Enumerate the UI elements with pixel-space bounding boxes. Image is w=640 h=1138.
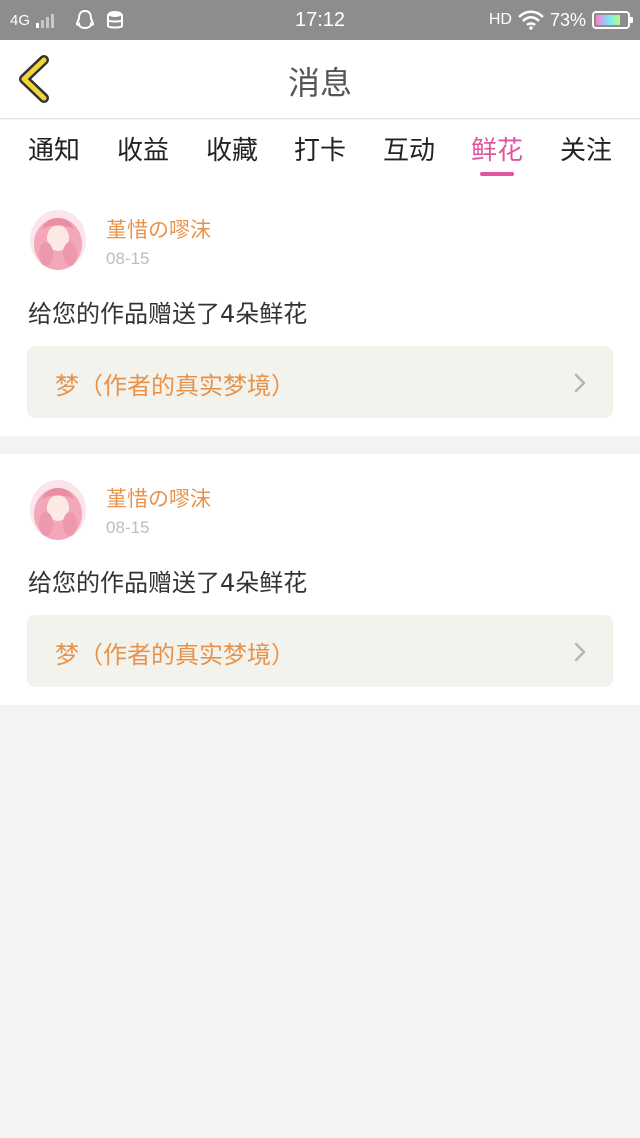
work-title: 梦（作者的真实梦境） — [55, 641, 295, 669]
battery-icon — [592, 11, 633, 29]
status-bar: 4G 17:12 HD 73% — [0, 0, 640, 40]
username[interactable]: 堇惜の嘐沫 — [106, 214, 211, 244]
work-link[interactable]: 梦（作者的真实梦境） — [27, 346, 613, 418]
message-date: 08-15 — [106, 249, 150, 268]
message-text: 给您的作品赠送了4朵鲜花 — [28, 300, 308, 328]
avatar[interactable] — [30, 210, 86, 270]
chevron-right-icon — [574, 373, 586, 393]
message-date: 08-15 — [106, 518, 150, 537]
tab-notify[interactable]: 通知 — [9, 130, 99, 167]
tab-flowers[interactable]: 鲜花 — [452, 130, 542, 167]
wifi-icon — [518, 10, 544, 30]
chevron-right-icon — [574, 642, 586, 662]
tab-earnings[interactable]: 收益 — [98, 130, 188, 167]
message-card: 堇惜の嘐沫 08-15 给您的作品赠送了4朵鲜花 梦（作者的真实梦境） — [0, 454, 640, 705]
avatar[interactable] — [30, 480, 86, 540]
tab-bar: 通知 收益 收藏 打卡 互动 鲜花 关注 — [0, 120, 640, 182]
page-title: 消息 — [287, 64, 352, 102]
tab-interaction[interactable]: 互动 — [364, 130, 454, 167]
header: 消息 — [0, 40, 640, 119]
tab-active-indicator — [480, 172, 514, 176]
tab-favorites[interactable]: 收藏 — [187, 130, 277, 167]
hd-indicator: HD — [488, 11, 512, 28]
status-right: HD 73% — [488, 9, 633, 31]
work-link[interactable]: 梦（作者的真实梦境） — [27, 615, 613, 687]
username[interactable]: 堇惜の嘐沫 — [106, 483, 211, 513]
message-card: 堇惜の嘐沫 08-15 给您的作品赠送了4朵鲜花 梦（作者的真实梦境） — [0, 182, 640, 436]
work-title: 梦（作者的真实梦境） — [55, 372, 295, 400]
battery-percent: 73% — [549, 9, 586, 30]
message-text: 给您的作品赠送了4朵鲜花 — [28, 569, 308, 597]
tab-checkin[interactable]: 打卡 — [275, 130, 365, 167]
tab-follow[interactable]: 关注 — [541, 130, 631, 167]
